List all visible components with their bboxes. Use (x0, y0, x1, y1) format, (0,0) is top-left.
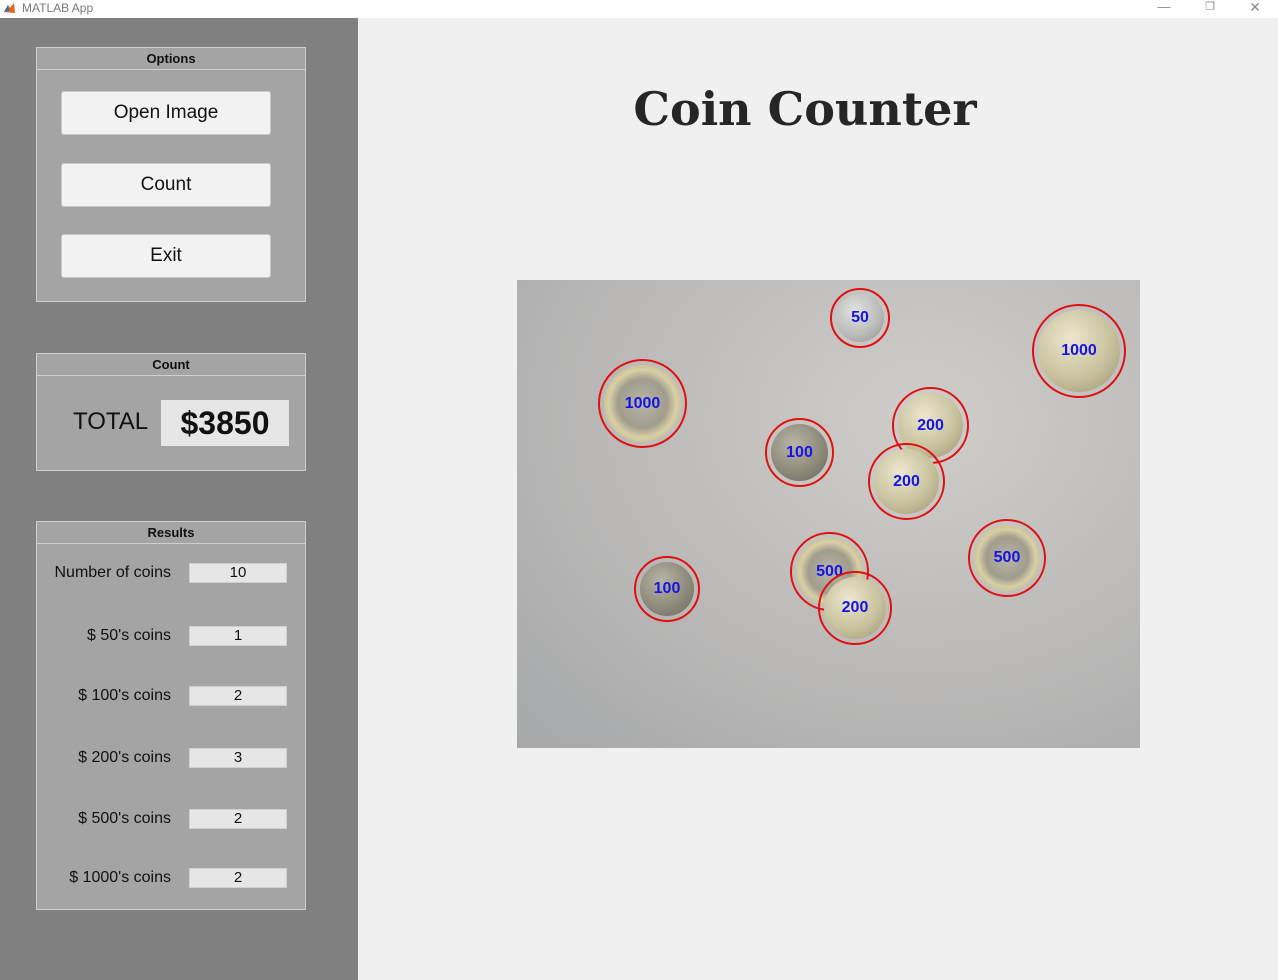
coins-200-label: $ 200's coins (78, 749, 171, 766)
coins-1000-field[interactable]: 2 (189, 868, 287, 888)
coin-value-label: 1000 (624, 394, 661, 412)
exit-button[interactable]: Exit (61, 234, 271, 278)
coin-detection: 100 (634, 556, 700, 622)
coins-200-field[interactable]: 3 (189, 748, 287, 768)
coin-value-label: 200 (917, 416, 944, 434)
coin-count-field[interactable]: 10 (189, 563, 287, 583)
coin-value-label: 100 (786, 443, 813, 461)
coins-50-field[interactable]: 1 (189, 626, 287, 646)
coins-100-label: $ 100's coins (78, 687, 171, 704)
count-button[interactable]: Count (61, 163, 271, 207)
coins-100-field[interactable]: 2 (189, 686, 287, 706)
total-label: TOTAL (73, 408, 149, 435)
coins-500-field[interactable]: 2 (189, 809, 287, 829)
coin-detection: 100 (765, 418, 834, 487)
window-titlebar: MATLAB App — ❐ ✕ (0, 0, 1278, 18)
coin-value-label: 100 (653, 580, 681, 597)
coin-value-label: 200 (841, 599, 869, 616)
coin-count-label: Number of coins (54, 564, 172, 581)
coin-value-label: 500 (993, 549, 1021, 566)
total-value: $3850 (161, 400, 289, 446)
options-panel-title: Options (37, 48, 305, 70)
coins-50-label: $ 50's coins (87, 627, 171, 644)
results-panel-title: Results (37, 522, 305, 544)
coin-detection: 1000 (598, 359, 687, 448)
options-panel: Options Open Image Count Exit (36, 47, 306, 302)
coin-detection: 500 (968, 519, 1046, 597)
open-image-button[interactable]: Open Image (61, 91, 271, 135)
close-icon[interactable]: ✕ (1232, 0, 1278, 18)
minimize-icon[interactable]: — (1141, 0, 1187, 18)
coins-500-label: $ 500's coins (78, 810, 171, 827)
results-panel: Results Number of coins 10 $ 50's coins … (36, 521, 306, 910)
coin-value-label: 200 (893, 472, 920, 490)
coin-value-label: 50 (851, 309, 869, 326)
coin-detection: 200 (818, 571, 892, 645)
window-title: MATLAB App (22, 1, 94, 15)
app-title: Coin Counter (633, 82, 977, 136)
restore-icon[interactable]: ❐ (1187, 0, 1233, 18)
count-panel: Count TOTAL $3850 (36, 353, 306, 471)
control-sidebar: Options Open Image Count Exit Count TOTA… (0, 18, 358, 980)
coin-value-label: 1000 (1061, 342, 1097, 359)
coin-detection: 200 (868, 443, 945, 520)
matlab-logo-icon (4, 3, 15, 13)
coin-detection: 50 (830, 288, 890, 348)
coin-image-view: 50 1000 1000 200 100 200 500 100 500 200 (517, 280, 1140, 748)
coins-1000-label: $ 1000's coins (69, 869, 171, 886)
count-panel-title: Count (37, 354, 305, 376)
coin-detection: 1000 (1032, 304, 1126, 398)
